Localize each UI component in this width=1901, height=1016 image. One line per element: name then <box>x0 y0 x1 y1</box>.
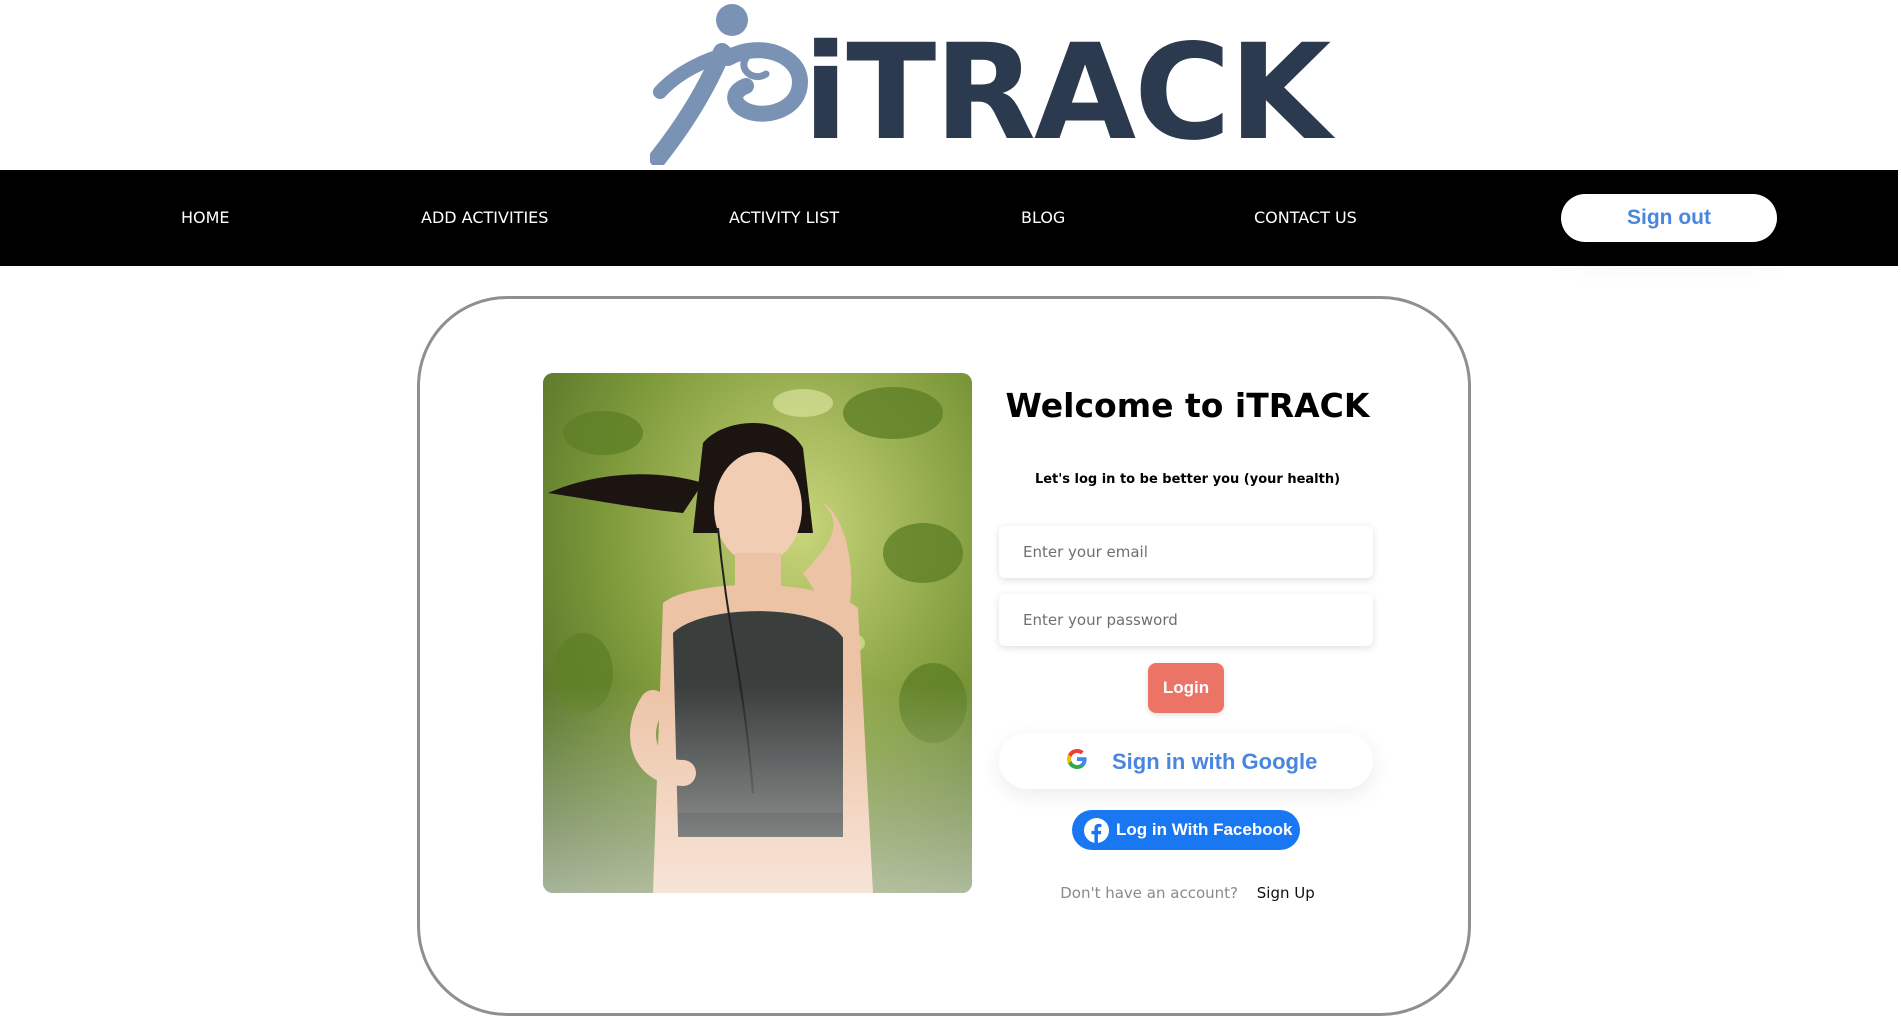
main-navbar: HOME ADD ACTIVITIES ACTIVITY LIST BLOG C… <box>0 170 1898 266</box>
google-signin-button[interactable]: Sign in with Google <box>999 733 1373 789</box>
facebook-icon <box>1084 818 1109 843</box>
sign-up-link[interactable]: Sign Up <box>1257 884 1315 902</box>
no-account-text: Don't have an account? <box>1060 884 1238 902</box>
google-signin-label: Sign in with Google <box>1112 749 1318 774</box>
welcome-subtitle: Let's log in to be better you (your heal… <box>1034 472 1341 487</box>
facebook-login-label: Log in With Facebook <box>1116 820 1293 839</box>
welcome-title: Welcome to iTRACK <box>1005 386 1370 425</box>
runner-photo <box>543 373 972 893</box>
nav-contact-us[interactable]: CONTACT US <box>1254 170 1357 266</box>
nav-home[interactable]: HOME <box>181 170 230 266</box>
nav-activity-list[interactable]: ACTIVITY LIST <box>729 170 839 266</box>
password-field[interactable] <box>999 594 1373 646</box>
google-icon <box>1067 749 1087 769</box>
brand-logo: iTRACK <box>650 0 1331 170</box>
nav-add-activities[interactable]: ADD ACTIVITIES <box>421 170 548 266</box>
signup-row: Don't have an account? Sign Up <box>990 884 1385 902</box>
sign-out-button[interactable]: Sign out <box>1561 194 1777 242</box>
email-field[interactable] <box>999 526 1373 578</box>
facebook-login-button[interactable]: Log in With Facebook <box>1072 810 1300 850</box>
login-button[interactable]: Login <box>1148 663 1224 713</box>
nav-blog[interactable]: BLOG <box>1021 170 1065 266</box>
runner-icon <box>650 4 809 165</box>
logo-text: iTRACK <box>803 16 1331 170</box>
